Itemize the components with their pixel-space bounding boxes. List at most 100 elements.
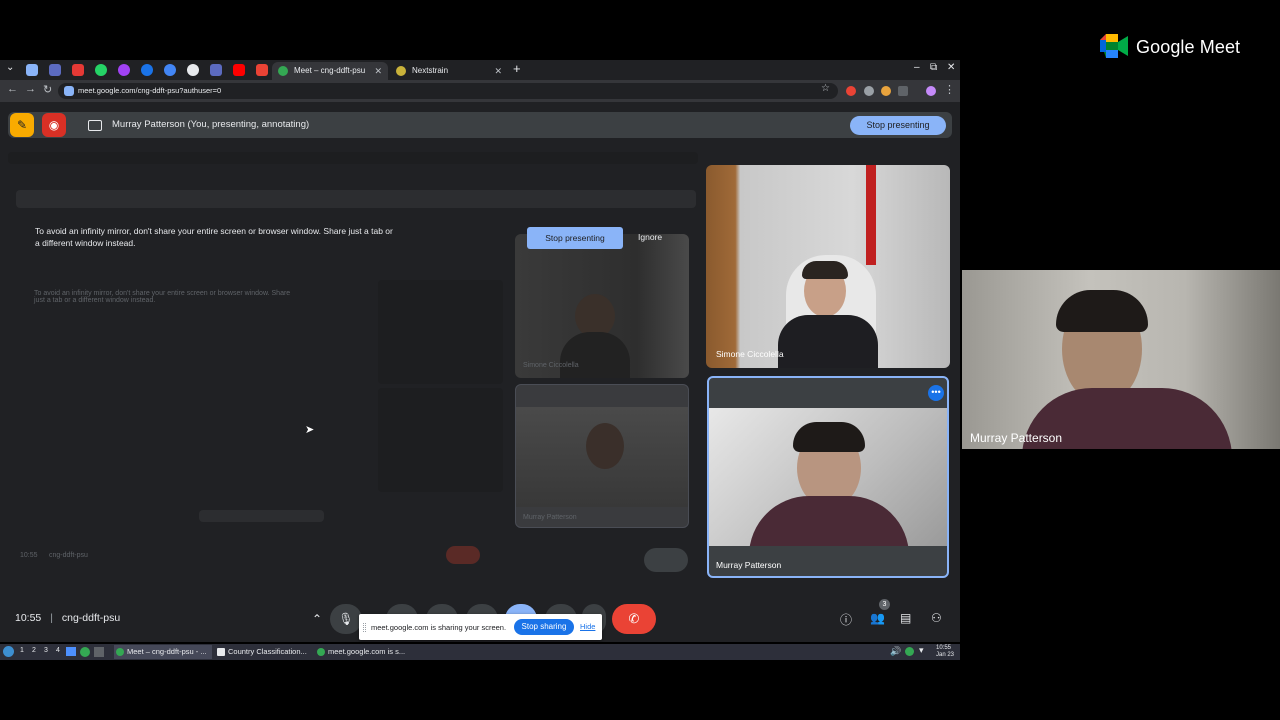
meeting-details-icon[interactable]: ⓘ (840, 611, 852, 628)
stop-sharing-button[interactable]: Stop sharing (514, 619, 574, 635)
whatsapp-tab-icon[interactable] (95, 64, 107, 76)
chat-icon[interactable]: ▤ (900, 611, 911, 625)
mirror-participant-tile (515, 234, 689, 378)
meeting-info: 10:55 | cng-ddft-psu (15, 612, 121, 624)
volume-icon[interactable]: 🔊 (890, 646, 901, 657)
os-taskbar: 1 2 3 4 Meet – cng-ddft-psu - ... Countr… (0, 644, 960, 660)
activities-icon[interactable]: ⚇ (931, 611, 942, 625)
annotate-toggle-icon[interactable]: ✎ (10, 113, 34, 137)
warning-stop-presenting-button[interactable]: Stop presenting (527, 227, 623, 249)
self-view-tile[interactable] (962, 270, 1280, 449)
file-manager-icon[interactable] (66, 647, 76, 656)
hide-link[interactable]: Hide (580, 622, 595, 631)
pinned-tab-icon[interactable] (118, 64, 130, 76)
participant-tile-murray[interactable]: ••• (707, 376, 949, 578)
restore-icon[interactable]: ⧉ (930, 62, 937, 73)
task-label: Meet – cng-ddft-psu - ... (127, 647, 207, 656)
browser-menu-icon[interactable]: ⋮ (944, 83, 955, 96)
person-silhouette (586, 423, 624, 469)
nextstrain-favicon-icon (396, 66, 406, 76)
participant-tile-simone[interactable] (706, 165, 950, 368)
pinned-tab-icon[interactable] (49, 64, 61, 76)
taskbar-item-sharing[interactable]: meet.google.com is s... (315, 645, 413, 659)
ignore-button[interactable]: Ignore (638, 232, 662, 242)
forward-icon[interactable]: → (25, 83, 36, 95)
more-options-icon[interactable]: ••• (928, 385, 944, 401)
tab-search-icon[interactable]: ⌄ (6, 62, 14, 73)
terminal-launcher-icon[interactable] (94, 647, 104, 657)
broadcast-icon[interactable]: ◉ (42, 113, 66, 137)
tab-label: Nextstrain (412, 66, 449, 75)
person-body (778, 315, 878, 368)
close-tab-icon[interactable]: ✕ (494, 62, 502, 80)
background-door (866, 165, 876, 265)
messenger-tab-icon[interactable] (141, 64, 153, 76)
close-window-icon[interactable]: ✕ (947, 62, 955, 73)
reload-icon[interactable]: ↻ (43, 83, 52, 96)
network-icon[interactable]: ▾ (919, 645, 924, 656)
infinity-mirror-warning: To avoid an infinity mirror, don't share… (35, 226, 393, 248)
mirror-presenting-bar (16, 190, 696, 208)
extension-icon[interactable] (881, 86, 891, 96)
document-icon (217, 648, 225, 656)
audio-options-chevron-icon[interactable]: ⌃ (302, 604, 332, 634)
tab-meet[interactable]: Meet – cng-ddft-psu ✕ (272, 62, 388, 80)
pinned-tab-icon[interactable] (210, 64, 222, 76)
people-icon[interactable]: 👥 (870, 611, 885, 625)
participant-name-murray: Murray Patterson (716, 560, 782, 570)
video-feed (709, 408, 947, 546)
meeting-time: 10:55 (15, 612, 42, 624)
mirror-name-label: Simone Ciccolella (523, 362, 579, 369)
minimize-icon[interactable]: – (914, 62, 920, 73)
meet-page: ✎ ◉ Murray Patterson (You, presenting, a… (0, 102, 960, 642)
taskbar-item-country[interactable]: Country Classification... (215, 645, 313, 659)
end-call-button[interactable]: ✆ (612, 604, 656, 634)
workspace-1[interactable]: 1 (20, 647, 24, 654)
tray-app-icon[interactable] (905, 647, 914, 656)
address-bar[interactable]: meet.google.com/cng-ddft-psu?authuser=0 … (58, 83, 838, 99)
mirror-code: cng-ddft-psu (49, 552, 88, 559)
google-meet-title: Google Meet (1136, 37, 1241, 57)
clock-time: 10:55 (936, 645, 952, 651)
site-info-icon[interactable] (64, 86, 74, 96)
pinned-tab-icon[interactable] (164, 64, 176, 76)
task-label: meet.google.com is s... (328, 647, 406, 656)
present-screen-icon (88, 120, 102, 131)
taskbar-item-meet[interactable]: Meet – cng-ddft-psu - ... (114, 645, 212, 659)
profile-avatar[interactable] (926, 86, 936, 96)
task-label: Country Classification... (228, 647, 307, 656)
pinned-tab-icon[interactable] (26, 64, 38, 76)
workspace-2[interactable]: 2 (32, 647, 36, 654)
screen-share-notification: meet.google.com is sharing your screen. … (359, 614, 602, 640)
pinned-tab-icon[interactable] (72, 64, 84, 76)
workspace-4[interactable]: 4 (56, 647, 60, 654)
participant-name-simone: Simone Ciccolella (716, 349, 784, 359)
chrome-icon (116, 648, 124, 656)
tab-nextstrain[interactable]: Nextstrain ✕ (390, 62, 508, 80)
workspace-3[interactable]: 3 (44, 647, 48, 654)
youtube-tab-icon[interactable] (233, 64, 245, 76)
gmail-tab-icon[interactable] (256, 64, 268, 76)
mirror-tile (378, 280, 503, 384)
extension-icon[interactable] (864, 86, 874, 96)
new-tab-icon[interactable]: + (513, 61, 521, 76)
chrome-launcher-icon[interactable] (80, 647, 90, 657)
back-icon[interactable]: ← (7, 83, 18, 95)
close-tab-icon[interactable]: ✕ (374, 62, 382, 80)
bookmark-star-icon[interactable]: ☆ (821, 83, 830, 94)
extension-icon[interactable] (846, 86, 856, 96)
clock-date: Jan 23 (936, 652, 955, 658)
github-tab-icon[interactable] (187, 64, 199, 76)
mirror-time: 10:55 (20, 552, 38, 559)
system-clock[interactable]: 10:55 Jan 23 (936, 645, 954, 659)
start-menu-icon[interactable] (3, 646, 14, 657)
self-view-name: Murray Patterson (970, 431, 1063, 445)
mouse-cursor-icon: ➤ (305, 424, 315, 436)
people-count-badge: 3 (879, 599, 890, 610)
stop-presenting-button[interactable]: Stop presenting (850, 116, 946, 135)
drag-handle-icon[interactable] (363, 623, 366, 632)
screen: ⌄ Meet – cng-ddft-psu ✕ Nextstrain ✕ + –… (0, 0, 1280, 720)
person-body (749, 496, 909, 546)
microphone-button[interactable]: 🎙 (330, 604, 362, 634)
extensions-puzzle-icon[interactable] (898, 86, 908, 96)
